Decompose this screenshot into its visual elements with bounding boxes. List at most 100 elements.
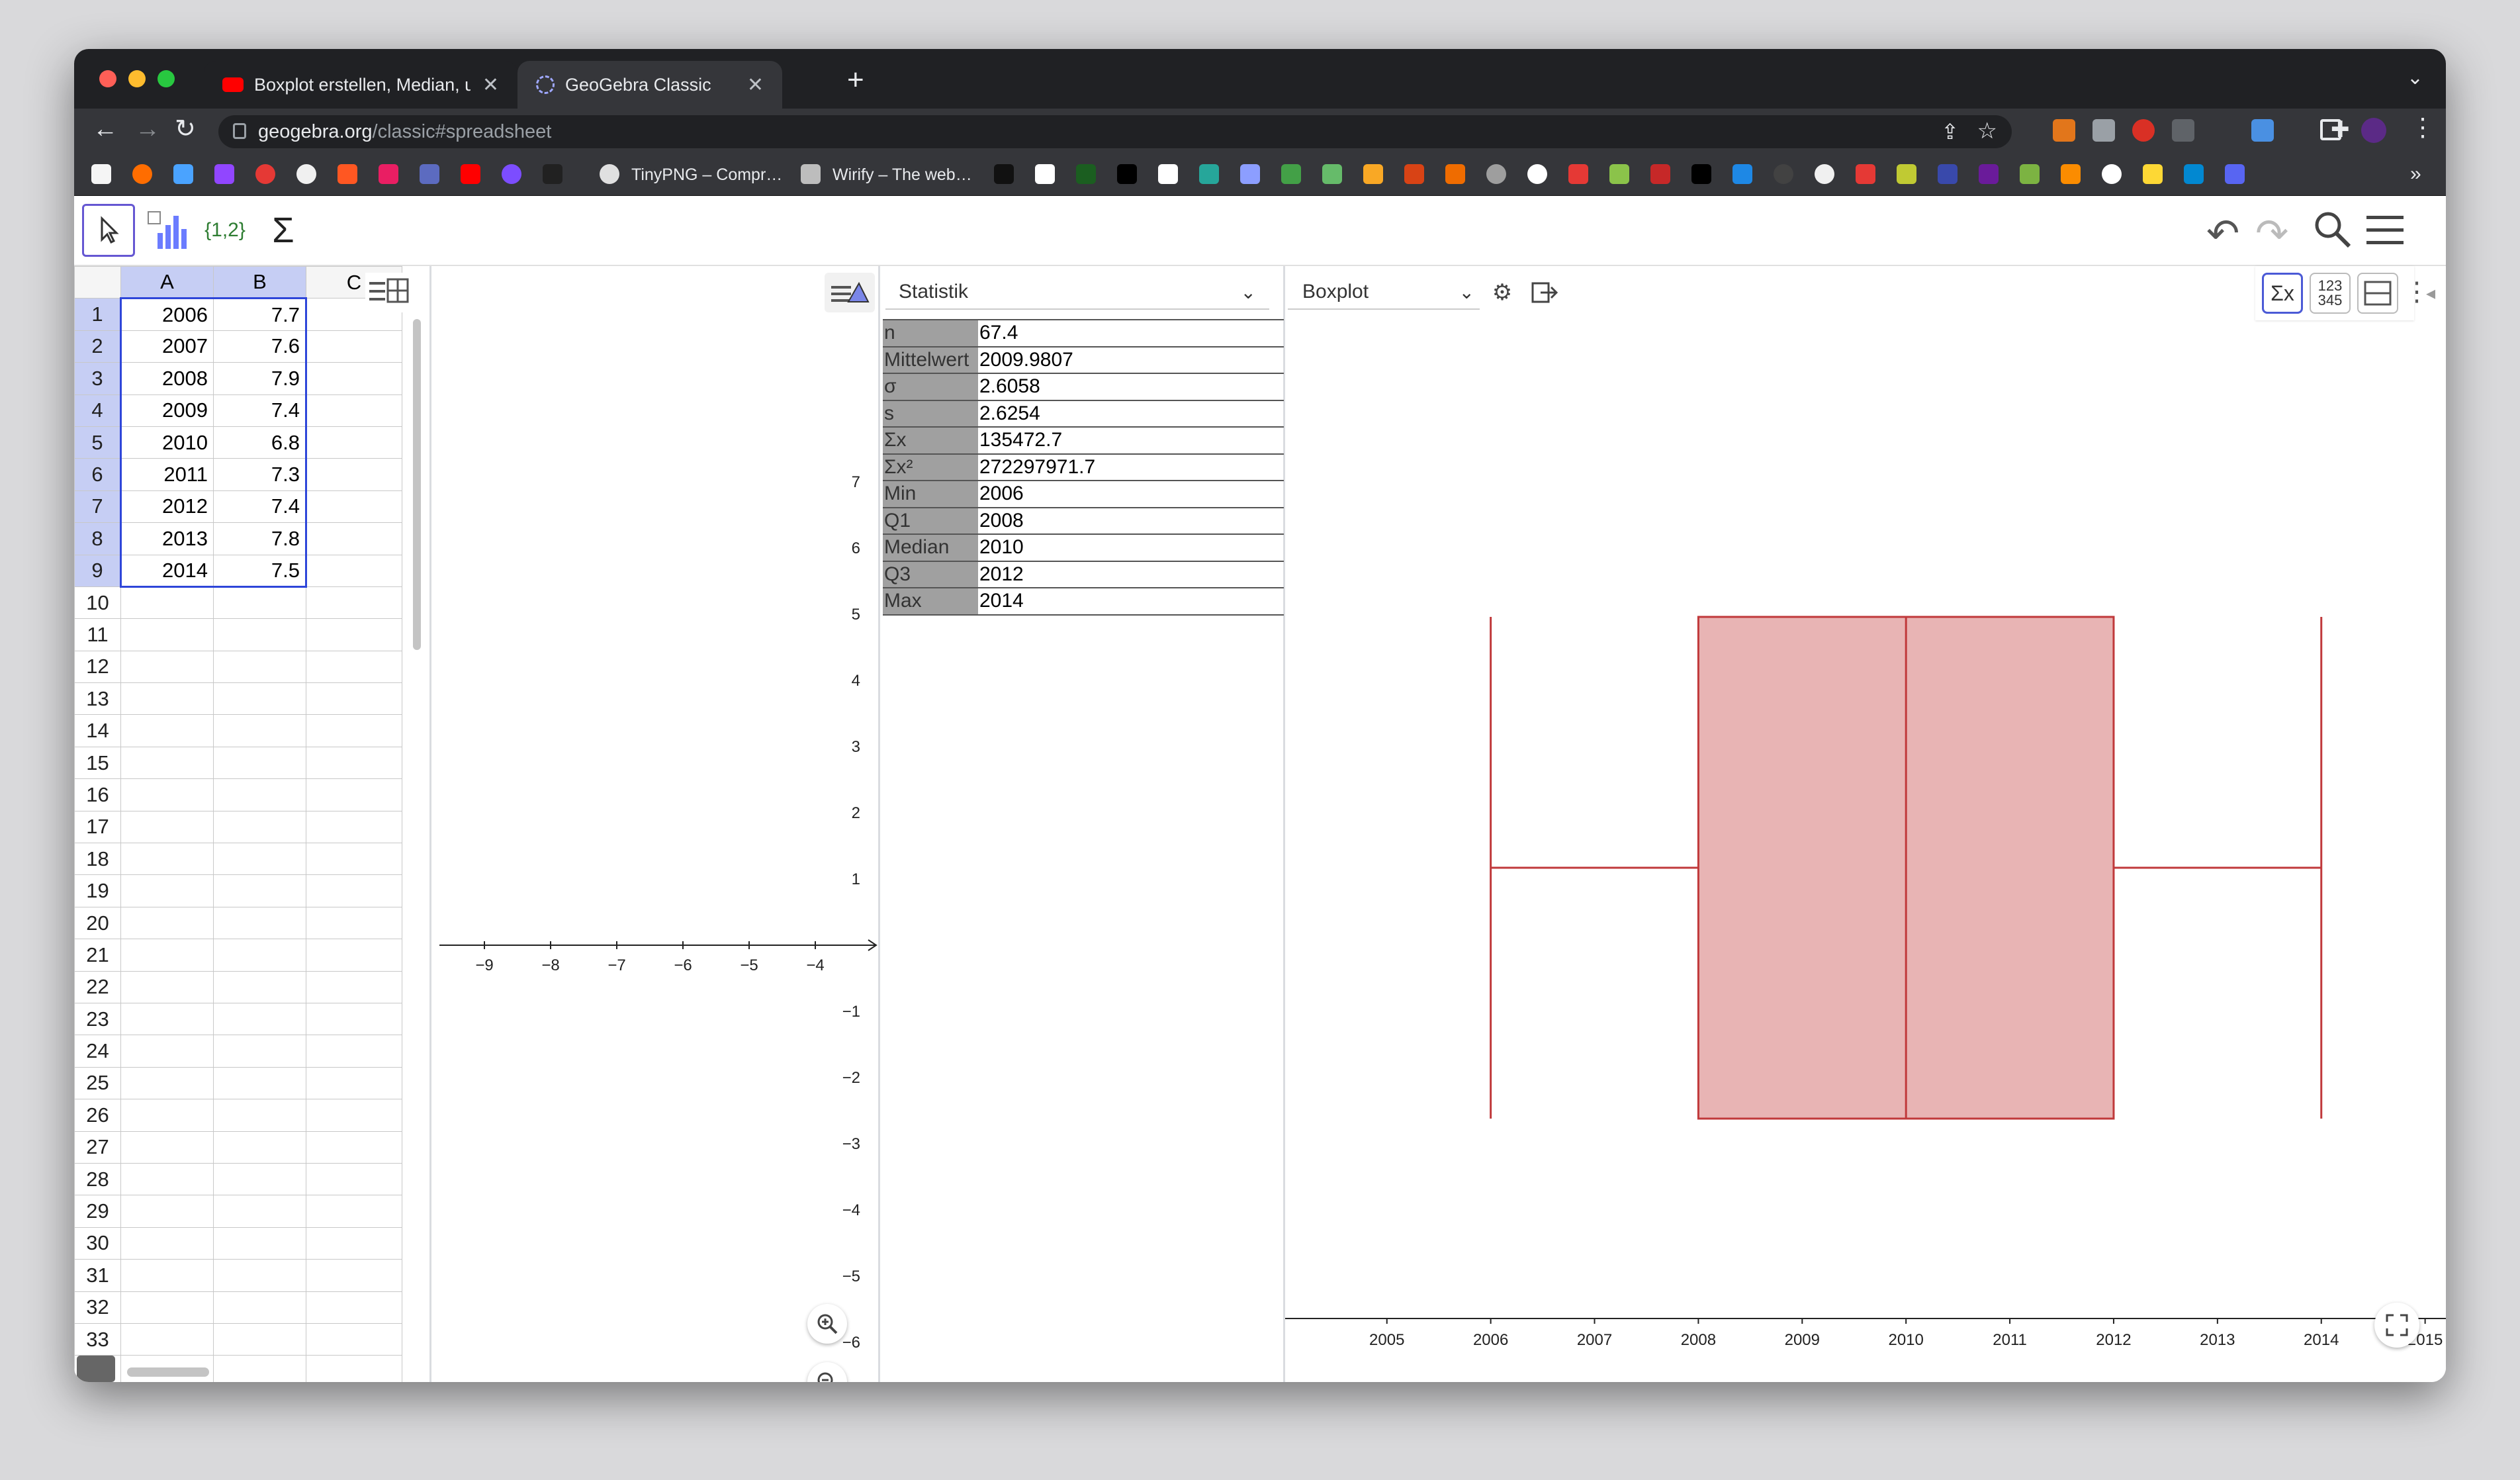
cell-c21[interactable] — [306, 939, 402, 972]
cell-a14[interactable] — [120, 714, 214, 747]
row-header[interactable]: 19 — [74, 874, 121, 907]
github-icon[interactable] — [1815, 164, 1834, 184]
bookmark-icon[interactable] — [1199, 164, 1219, 184]
bookmark-icon[interactable] — [1322, 164, 1342, 184]
cell-c12[interactable] — [306, 650, 402, 684]
cell-c33[interactable] — [306, 1322, 402, 1356]
bookmark-icon[interactable] — [1076, 164, 1096, 184]
graphics-view[interactable]: −9−8−7−6−5−47654321−1−2−3−4−5−6−7−8 — [439, 266, 880, 1382]
bookmark-star-icon[interactable]: ☆ — [1977, 118, 1997, 144]
cell-b22[interactable] — [213, 970, 306, 1003]
bookmark-icon[interactable] — [1650, 164, 1670, 184]
undo-button[interactable]: ↶ — [2206, 210, 2239, 257]
cell-a27[interactable] — [120, 1131, 214, 1164]
cell-a30[interactable] — [120, 1226, 214, 1260]
column-header-b[interactable]: B — [213, 265, 306, 299]
cell-c34[interactable] — [306, 1355, 402, 1382]
cell-c13[interactable] — [306, 682, 402, 716]
bookmark-icon[interactable] — [2184, 164, 2204, 184]
statistics-dropdown[interactable]: Statistik ⌄ — [885, 275, 1269, 310]
bookmark-icon[interactable] — [1774, 164, 1793, 184]
forward-button[interactable]: → — [135, 115, 160, 144]
row-header[interactable]: 9 — [74, 554, 121, 587]
row-header[interactable]: 1 — [74, 298, 121, 331]
tab-geogebra[interactable]: GeoGebra Classic ✕ — [518, 61, 782, 109]
graphics-style-bar-icon[interactable] — [825, 273, 875, 312]
row-header[interactable]: 8 — [74, 522, 121, 555]
row-header[interactable]: 29 — [74, 1195, 121, 1228]
cell-b18[interactable] — [213, 843, 306, 876]
row-header[interactable]: 14 — [74, 714, 121, 747]
cell-a2[interactable]: 2007 — [120, 330, 214, 363]
bookmark-icon[interactable] — [132, 164, 152, 184]
cell-c24[interactable] — [306, 1035, 402, 1068]
bookmark-icon[interactable] — [543, 164, 562, 184]
bookmark-icon[interactable] — [502, 164, 521, 184]
cell-a29[interactable] — [120, 1195, 214, 1228]
browser-menu-icon[interactable]: ⋮ — [2410, 113, 2435, 142]
cell-c20[interactable] — [306, 906, 402, 940]
bookmark-icon[interactable] — [1117, 164, 1137, 184]
cell-b21[interactable] — [213, 939, 306, 972]
google-icon[interactable] — [1527, 164, 1547, 184]
cell-c15[interactable] — [306, 746, 402, 780]
row-header[interactable]: 2 — [74, 330, 121, 363]
bookmark-icon[interactable] — [1363, 164, 1383, 184]
extension-icon[interactable] — [2132, 119, 2155, 142]
cell-b32[interactable] — [213, 1291, 306, 1324]
row-header[interactable]: 4 — [74, 394, 121, 427]
cell-a8[interactable]: 2013 — [120, 522, 214, 555]
tab-search-icon[interactable]: ⌄ — [2407, 66, 2423, 89]
cell-c9[interactable] — [306, 554, 402, 587]
address-bar[interactable]: geogebra.org/classic#spreadsheet ⇪ ☆ — [218, 115, 2012, 148]
bookmark-icon[interactable] — [1568, 164, 1588, 184]
bookmark-icon[interactable] — [1732, 164, 1752, 184]
close-tab-icon[interactable]: ✕ — [747, 73, 764, 97]
more-bookmarks-button[interactable]: » — [2410, 163, 2421, 185]
cell-a20[interactable] — [120, 906, 214, 940]
cell-a21[interactable] — [120, 939, 214, 972]
cell-b27[interactable] — [213, 1131, 306, 1164]
bookmark-icon[interactable] — [1691, 164, 1711, 184]
corner-cell[interactable] — [74, 265, 121, 299]
row-header[interactable]: 33 — [74, 1322, 121, 1356]
wirify-icon[interactable] — [801, 164, 821, 184]
cell-c22[interactable] — [306, 970, 402, 1003]
cell-b29[interactable] — [213, 1195, 306, 1228]
download-icon[interactable] — [2251, 119, 2274, 142]
row-header[interactable]: 30 — [74, 1226, 121, 1260]
cell-b8[interactable]: 7.8 — [213, 522, 307, 555]
cell-a1[interactable]: 2006 — [120, 297, 214, 331]
cell-b3[interactable]: 7.9 — [213, 362, 307, 395]
cell-b12[interactable] — [213, 650, 306, 684]
row-header[interactable]: 13 — [74, 682, 121, 716]
row-header[interactable]: 3 — [74, 362, 121, 395]
cell-a11[interactable] — [120, 618, 214, 651]
bookmark-icon[interactable] — [2143, 164, 2163, 184]
cell-a28[interactable] — [120, 1162, 214, 1196]
cell-b1[interactable]: 7.7 — [213, 297, 307, 331]
cell-b2[interactable]: 7.6 — [213, 330, 307, 363]
tinypng-icon[interactable] — [600, 164, 619, 184]
bookmark-icon[interactable] — [1158, 164, 1178, 184]
cell-a31[interactable] — [120, 1259, 214, 1292]
cell-b25[interactable] — [213, 1066, 306, 1100]
search-icon[interactable] — [2312, 209, 2353, 254]
cell-c19[interactable] — [306, 874, 402, 907]
zoom-in-button[interactable] — [807, 1304, 847, 1344]
cell-a23[interactable] — [120, 1002, 214, 1036]
cell-b31[interactable] — [213, 1259, 306, 1292]
sidebar-icon[interactable] — [2320, 119, 2341, 140]
row-header[interactable]: 17 — [74, 810, 121, 844]
extension-icon[interactable] — [2092, 119, 2115, 142]
cell-b9[interactable]: 7.5 — [213, 554, 307, 588]
cell-b20[interactable] — [213, 906, 306, 940]
cell-b15[interactable] — [213, 746, 306, 780]
share-icon[interactable]: ⇪ — [1941, 119, 1959, 144]
cell-a19[interactable] — [120, 874, 214, 907]
row-header[interactable]: 24 — [74, 1035, 121, 1068]
cell-c26[interactable] — [306, 1099, 402, 1132]
cell-c6[interactable] — [306, 458, 402, 491]
bookmark-icon[interactable] — [2020, 164, 2040, 184]
row-header[interactable]: 23 — [74, 1002, 121, 1036]
